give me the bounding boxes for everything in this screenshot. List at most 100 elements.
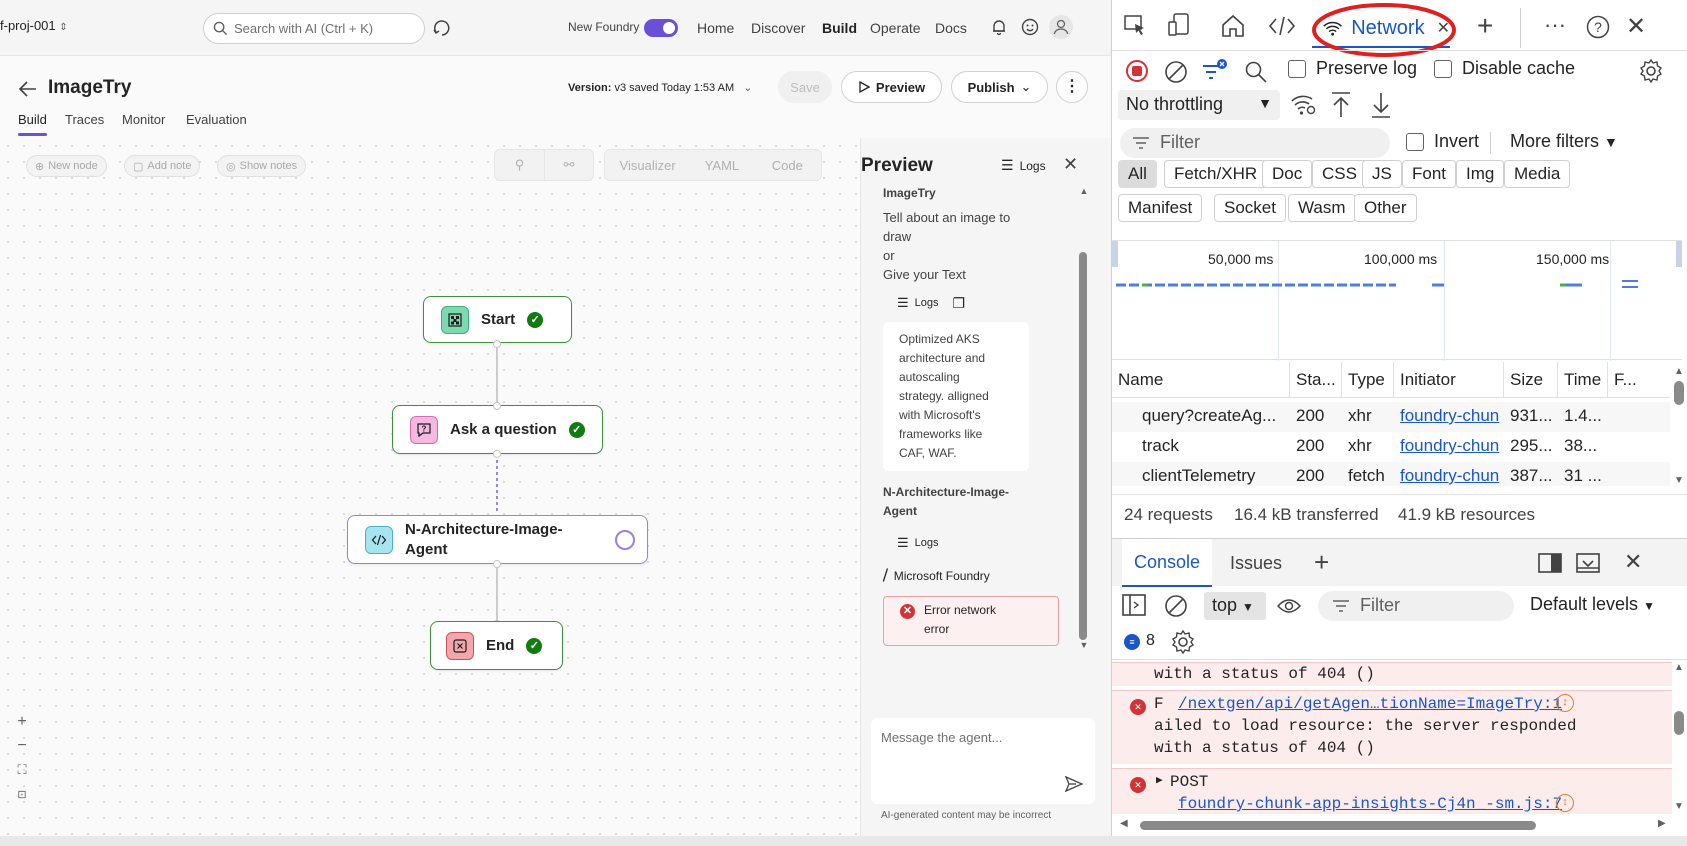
bell-icon[interactable] [990,18,1008,36]
port[interactable] [493,450,501,458]
console-source-link[interactable]: foundry-chunk-app-insights-Cj4n_-sm.js:7 [1178,795,1562,813]
drawer-tab-console[interactable]: Console [1122,539,1212,587]
throttling-select[interactable]: No throttling ▼ [1118,90,1280,120]
column-type[interactable]: Type [1342,362,1394,398]
message-input[interactable]: Message the agent... [871,718,1095,804]
column-time[interactable]: Time [1558,362,1608,398]
network-conditions-icon[interactable] [1290,92,1318,118]
nav-discover[interactable]: Discover [751,20,805,36]
port[interactable] [493,560,501,568]
network-request-icon[interactable]: ↕ [1556,694,1574,712]
search-input[interactable]: Search with AI (Ctrl + K) [203,13,425,44]
back-arrow-icon[interactable] [18,80,38,98]
fit-view-button[interactable]: ⛶ [10,758,34,782]
lock-view-button[interactable]: ⊡ [10,782,34,806]
clear-icon[interactable] [1164,60,1188,84]
record-stop-button[interactable] [1126,60,1148,82]
invert-checkbox[interactable] [1406,133,1424,151]
node-start[interactable]: Start ✓ [423,296,572,343]
console-messages[interactable]: with a status of 404 () ✕ F /nextgen/api… [1112,662,1672,814]
column-name[interactable]: Name [1112,362,1290,398]
filter-media[interactable]: Media [1504,160,1571,188]
network-filter-input[interactable]: Filter [1120,128,1390,158]
disable-cache-checkbox[interactable] [1434,60,1452,78]
close-preview-button[interactable]: ✕ [1063,154,1078,175]
device-emulation-icon[interactable] [1168,13,1190,37]
filter-active-icon[interactable] [1200,58,1228,84]
console-horizontal-scrollbar[interactable]: ◀ ▶ [1120,816,1672,834]
upload-har-icon[interactable] [1330,91,1352,119]
dock-side-icon[interactable] [1538,553,1562,573]
tab-monitor[interactable]: Monitor [122,112,165,127]
preserve-log-checkbox[interactable] [1288,60,1306,78]
filter-wasm[interactable]: Wasm [1288,194,1356,222]
nav-docs[interactable]: Docs [935,20,967,36]
console-settings-gear-icon[interactable] [1170,629,1196,655]
column-initiator[interactable]: Initiator [1394,362,1504,398]
version-selector[interactable]: Version: v3 saved Today 1:53 AM ⌄ [568,81,752,94]
node-end[interactable]: End ✓ [430,621,563,670]
scrollbar-thumb[interactable] [1140,821,1536,830]
console-filter-input[interactable]: Filter [1318,591,1514,621]
nav-operate[interactable]: Operate [870,20,921,36]
home-icon[interactable] [1220,13,1246,39]
zoom-out-button[interactable]: − [10,734,34,758]
filter-fetch-xhr[interactable]: Fetch/XHR [1164,160,1268,188]
column-status[interactable]: Sta... [1290,362,1342,398]
column-fulfilled[interactable]: F... [1608,362,1648,398]
publish-button[interactable]: Publish ⌄ [951,71,1048,103]
more-tools-button[interactable]: ··· [1544,12,1566,38]
context-select[interactable]: top ▼ [1204,592,1266,620]
feedback-smile-icon[interactable] [1021,18,1039,36]
sidebar-toggle-icon[interactable] [1122,594,1146,616]
nav-build[interactable]: Build [822,20,857,36]
port[interactable] [493,402,501,410]
table-scrollbar[interactable]: ▲ ▼ [1672,366,1686,486]
log-levels-select[interactable]: Default levels ▼ [1530,594,1655,615]
close-devtools-button[interactable]: ✕ [1626,12,1646,41]
inspect-element-icon[interactable] [1124,15,1146,37]
close-drawer-button[interactable]: ✕ [1624,549,1642,575]
send-icon[interactable] [1065,776,1083,792]
nav-home[interactable]: Home [697,20,734,36]
save-button[interactable]: Save [778,71,832,103]
workflow-canvas[interactable]: ⊕ New node ▢ Add note ◎ Show notes ⚲ ⚯ Visua… [0,138,860,836]
avatar[interactable] [1049,15,1073,39]
filter-doc[interactable]: Doc [1262,160,1313,188]
refresh-chat-icon[interactable] [432,18,452,38]
port[interactable] [493,340,501,348]
row-initiator-link[interactable]: foundry-chun [1400,466,1502,486]
more-filters-button[interactable]: More filters ▼ [1510,131,1618,152]
add-tab-button[interactable]: + [1477,10,1493,42]
chat-scrollbar[interactable]: ▲ ▼ [1079,186,1089,650]
filter-css[interactable]: CSS [1312,160,1367,188]
filter-img[interactable]: Img [1456,160,1505,188]
copy-icon[interactable]: ❐ [953,295,966,312]
column-size[interactable]: Size [1504,362,1558,398]
new-foundry-toggle[interactable] [644,19,678,37]
row-initiator-link[interactable]: foundry-chun [1400,436,1502,456]
zoom-in-button[interactable]: + [10,710,34,734]
table-row[interactable]: clientTelemetry 200 fetch foundry-chun 3… [1112,462,1670,486]
tab-evaluation[interactable]: Evaluation [186,112,247,127]
drawer-tab-issues[interactable]: Issues [1230,553,1282,574]
filter-all[interactable]: All [1118,160,1157,188]
node-ask-question[interactable]: ? Ask a question ✓ [392,405,603,454]
project-selector[interactable]: f-proj-001 ⇕ [0,18,68,33]
clear-console-icon[interactable] [1164,594,1188,618]
filter-socket[interactable]: Socket [1214,194,1286,222]
network-request-icon[interactable]: ↕ [1556,794,1574,812]
console-scrollbar[interactable]: ▲ ▼ [1672,662,1686,812]
dock-bottom-icon[interactable] [1576,553,1600,573]
filter-manifest[interactable]: Manifest [1118,194,1203,222]
chat-history[interactable]: ImageTry Tell about an image to draw or … [883,186,1063,646]
preview-logs-button[interactable]: ☰ Logs [1001,157,1046,174]
download-har-icon[interactable] [1370,91,1392,119]
message-logs-button[interactable]: ☰ Logs ❐ [897,292,1063,314]
expand-triangle-icon[interactable]: ▶ [1156,773,1163,787]
tab-traces[interactable]: Traces [65,112,104,127]
filter-font[interactable]: Font [1402,160,1457,188]
network-overview-timeline[interactable]: 50,000 ms 100,000 ms 150,000 ms [1112,240,1682,361]
more-options-button[interactable]: ⋮ [1056,71,1088,103]
row-initiator-link[interactable]: foundry-chun [1400,406,1502,426]
